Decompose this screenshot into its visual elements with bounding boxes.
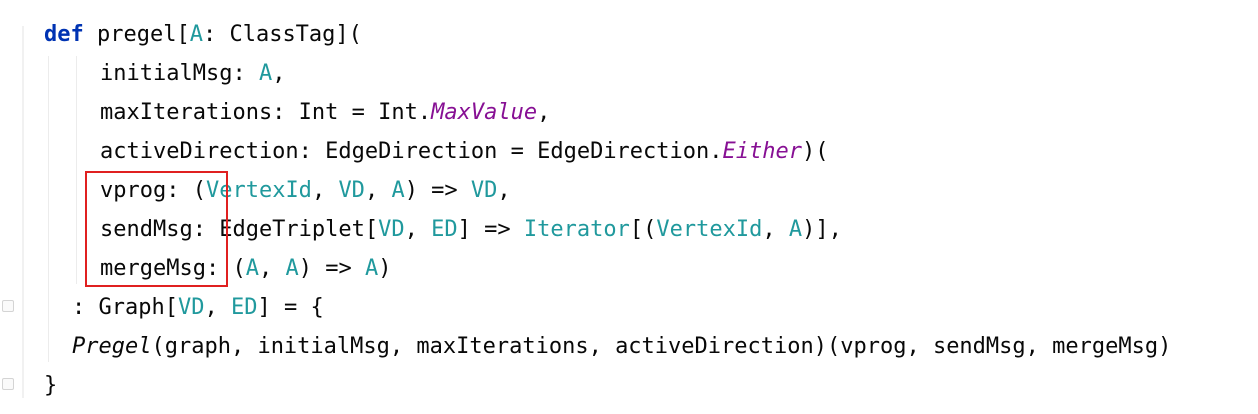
type-param: ED (230, 295, 258, 320)
keyword-def: def (44, 22, 84, 47)
code-text: , (364, 178, 392, 203)
code-line-2[interactable]: initialMsg: A, (100, 59, 285, 89)
code-text: , (204, 295, 231, 320)
code-text: vprog: ( (100, 178, 206, 203)
code-line-9[interactable]: Pregel(graph, initialMsg, maxIterations,… (72, 332, 1171, 362)
type-param: VD (470, 178, 498, 203)
type-param: VertexId (205, 178, 312, 203)
code-text: : ClassTag]( (202, 22, 362, 47)
object-ref: Pregel (72, 334, 152, 359)
type-param: VD (338, 178, 365, 203)
code-text: , (762, 217, 789, 242)
indent-guide (48, 56, 49, 362)
code-text: activeDirection: EdgeDirection = EdgeDir… (100, 139, 723, 164)
fold-marker-icon[interactable] (2, 300, 14, 312)
type-param: A (364, 256, 379, 281)
type-param: A (285, 256, 299, 281)
fold-end-marker-icon[interactable] (2, 378, 14, 390)
code-text: ) (378, 256, 392, 281)
code-text: )], (802, 217, 842, 242)
code-line-8[interactable]: : Graph[VD, ED] = { (72, 293, 324, 323)
code-text: )( (802, 139, 829, 164)
code-text: , (404, 217, 432, 242)
code-text: initialMsg: (100, 61, 259, 86)
member-ref: Either (722, 139, 803, 164)
type-param: A (391, 178, 405, 203)
code-text: sendMsg: EdgeTriplet[ (100, 217, 379, 242)
code-text: : Graph[ (72, 295, 178, 320)
code-text: ) => (404, 178, 471, 203)
code-editor[interactable]: def pregel[A: ClassTag]( initialMsg: A, … (0, 0, 1258, 414)
type-param: Iterator (523, 217, 630, 242)
code-text: ] = { (257, 295, 324, 320)
code-text: ) => (298, 256, 365, 281)
code-text: , (258, 256, 286, 281)
code-text: [( (629, 217, 657, 242)
type-param: A (245, 256, 259, 281)
code-text: , (497, 178, 511, 203)
code-line-5[interactable]: vprog: (VertexId, VD, A) => VD, (100, 176, 511, 206)
code-line-4[interactable]: activeDirection: EdgeDirection = EdgeDir… (100, 137, 829, 167)
type-param: VD (177, 295, 205, 320)
type-param: ED (431, 217, 458, 242)
type-param: A (788, 217, 803, 242)
member-ref: MaxValue (431, 100, 538, 125)
code-line-7[interactable]: mergeMsg: (A, A) => A) (100, 254, 391, 284)
type-param: A (258, 61, 273, 86)
code-line-6[interactable]: sendMsg: EdgeTriplet[VD, ED] => Iterator… (100, 215, 842, 245)
code-text: mergeMsg: ( (100, 256, 246, 281)
code-text: , (311, 178, 339, 203)
code-text: , (537, 100, 551, 125)
code-text: ] => (457, 217, 524, 242)
indent-guide (76, 56, 77, 284)
code-line-10[interactable]: } (44, 371, 57, 401)
gutter (22, 26, 24, 398)
code-text: , (272, 61, 286, 86)
code-line-3[interactable]: maxIterations: Int = Int.MaxValue, (100, 98, 550, 128)
type-param: VertexId (656, 217, 763, 242)
code-line-1[interactable]: def pregel[A: ClassTag]( (44, 20, 362, 50)
code-text: } (44, 373, 58, 398)
code-text: (graph, initialMsg, maxIterations, activ… (151, 334, 1172, 359)
code-text: maxIterations: Int = Int. (100, 100, 432, 125)
type-param: VD (378, 217, 405, 242)
code-text: pregel[ (83, 22, 190, 47)
type-param: A (189, 22, 203, 47)
